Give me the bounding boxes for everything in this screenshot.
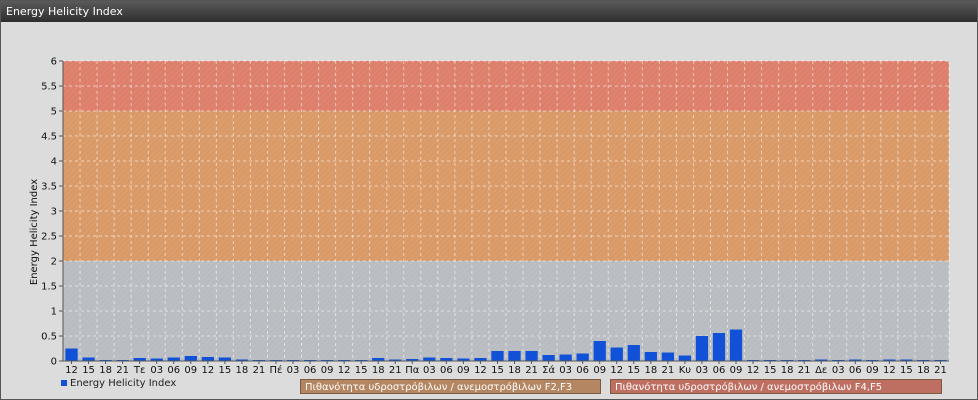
x-tick-label: 21 bbox=[934, 365, 947, 376]
bar bbox=[525, 351, 538, 361]
x-tick-label: 03 bbox=[559, 365, 572, 376]
bar bbox=[695, 336, 709, 361]
x-tick-label: 09 bbox=[866, 365, 879, 376]
chart-area: 0 0.5 1 1.5 2 2.5 3 3.5 4 4.5 5 5.5 6 12 15 18 21 Τε 03 06… bbox=[1, 22, 977, 399]
x-tick-label: 15 bbox=[355, 365, 368, 376]
x-tick-label: 06 bbox=[440, 365, 453, 376]
y-tick-label: 1 bbox=[51, 307, 57, 318]
x-tick-label: Πα bbox=[405, 365, 420, 376]
bar bbox=[218, 357, 231, 361]
window-title: Energy Helicity Index bbox=[1, 1, 977, 22]
y-tick-label: 3 bbox=[51, 207, 57, 218]
x-tick-label: 09 bbox=[184, 365, 197, 376]
x-tick-label: Πέ bbox=[270, 364, 283, 376]
y-tick-label: 2.5 bbox=[41, 232, 57, 243]
x-tick-label: 03 bbox=[832, 365, 845, 376]
x-tick-label: 18 bbox=[781, 365, 794, 376]
x-tick-label: 06 bbox=[849, 365, 862, 376]
x-tick-label: 09 bbox=[730, 365, 743, 376]
bar bbox=[576, 353, 589, 361]
x-tick-label: 09 bbox=[457, 365, 470, 376]
bar bbox=[65, 348, 78, 361]
bar bbox=[201, 357, 214, 361]
bar bbox=[491, 351, 504, 361]
x-tick-label: 15 bbox=[82, 365, 95, 376]
x-tick-label: 21 bbox=[116, 365, 129, 376]
bar bbox=[542, 355, 555, 361]
y-tick-label: 2 bbox=[51, 257, 57, 268]
legend-series-label: Energy Helicity Index bbox=[70, 378, 177, 389]
x-tick-label: 06 bbox=[304, 365, 317, 376]
bar bbox=[627, 345, 640, 361]
bar bbox=[712, 333, 726, 361]
bar bbox=[644, 352, 657, 361]
legend-band-f4f5: Πιθανότητα υδροστρόβιλων / ανεμοστρόβιλω… bbox=[610, 379, 942, 394]
y-axis-label: Energy Helicity Index bbox=[29, 179, 40, 285]
x-tick-label: Τε bbox=[133, 365, 146, 376]
y-tick-label: 6 bbox=[51, 57, 57, 68]
x-tick-label: 21 bbox=[253, 365, 266, 376]
legend-band-f2f3: Πιθανότητα υδροστρόβιλων / ανεμοστρόβιλω… bbox=[300, 379, 601, 394]
x-tick-label: 21 bbox=[661, 365, 674, 376]
x-tick-label: 12 bbox=[474, 365, 487, 376]
x-tick-label: 21 bbox=[798, 365, 811, 376]
bar bbox=[729, 329, 743, 361]
bar bbox=[559, 354, 572, 361]
y-tick-label: 4.5 bbox=[41, 132, 57, 143]
x-tick-label: 12 bbox=[65, 365, 78, 376]
y-tick-label: 1.5 bbox=[41, 282, 57, 293]
x-tick-label: 18 bbox=[508, 365, 521, 376]
x-tick-label: 09 bbox=[321, 365, 334, 376]
x-tick-label: Σά bbox=[542, 364, 555, 376]
x-tick-label: 03 bbox=[696, 365, 709, 376]
x-tick-label: 12 bbox=[747, 365, 760, 376]
bar bbox=[678, 355, 692, 361]
x-tick-label: 12 bbox=[338, 365, 351, 376]
y-tick-label: 0 bbox=[51, 357, 57, 368]
chart-window: Energy Helicity Index 0 0.5 1 1.5 2 2.5 3 3.5 4 4… bbox=[0, 0, 978, 400]
bar bbox=[423, 357, 436, 361]
x-tick-label: 06 bbox=[167, 365, 180, 376]
x-tick-label: 12 bbox=[883, 365, 896, 376]
x-tick-label: 15 bbox=[900, 365, 913, 376]
y-tick-label: 5.5 bbox=[41, 82, 57, 93]
bar bbox=[610, 347, 623, 361]
y-tick-label: 3.5 bbox=[41, 182, 57, 193]
bar bbox=[184, 356, 197, 361]
x-tick-label: Κυ bbox=[679, 365, 692, 376]
bar bbox=[82, 357, 95, 361]
x-tick-label: 18 bbox=[99, 365, 112, 376]
x-tick-label: 06 bbox=[713, 365, 726, 376]
y-tick-label: 4 bbox=[51, 157, 57, 168]
x-tick-label: 03 bbox=[150, 365, 163, 376]
x-tick-label: 21 bbox=[389, 365, 402, 376]
legend-band-f2f3-label: Πιθανότητα υδροστρόβιλων / ανεμοστρόβιλω… bbox=[305, 382, 573, 393]
bar bbox=[661, 352, 674, 361]
x-tick-label: 18 bbox=[236, 365, 249, 376]
x-tick-label: 09 bbox=[593, 365, 606, 376]
x-tick-label: 15 bbox=[627, 365, 640, 376]
x-tick-label: 21 bbox=[525, 365, 538, 376]
x-tick-label: 18 bbox=[644, 365, 657, 376]
legend-series: Energy Helicity Index bbox=[61, 378, 176, 389]
bar bbox=[167, 357, 180, 361]
y-tick-label: 0.5 bbox=[41, 332, 57, 343]
x-tick-label: 15 bbox=[218, 365, 231, 376]
x-tick-label: Δε bbox=[815, 365, 827, 376]
x-tick-label: 18 bbox=[917, 365, 930, 376]
x-tick-label: 12 bbox=[201, 365, 214, 376]
x-tick-label: 18 bbox=[372, 365, 385, 376]
bar bbox=[593, 341, 606, 361]
legend-swatch bbox=[61, 380, 67, 386]
x-tick-label: 03 bbox=[287, 365, 300, 376]
legend-band-f4f5-label: Πιθανότητα υδροστρόβιλων / ανεμοστρόβιλω… bbox=[615, 382, 883, 393]
x-tick-label: 03 bbox=[423, 365, 436, 376]
x-tick-label: 15 bbox=[491, 365, 504, 376]
energy-helicity-chart: 0 0.5 1 1.5 2 2.5 3 3.5 4 4.5 5 5.5 6 12 15 18 21 Τε 03 06… bbox=[29, 57, 950, 376]
x-tick-label: 15 bbox=[764, 365, 777, 376]
x-tick-label: 12 bbox=[610, 365, 623, 376]
bar bbox=[508, 351, 521, 361]
y-tick-label: 5 bbox=[51, 107, 57, 118]
x-tick-label: 06 bbox=[576, 365, 589, 376]
